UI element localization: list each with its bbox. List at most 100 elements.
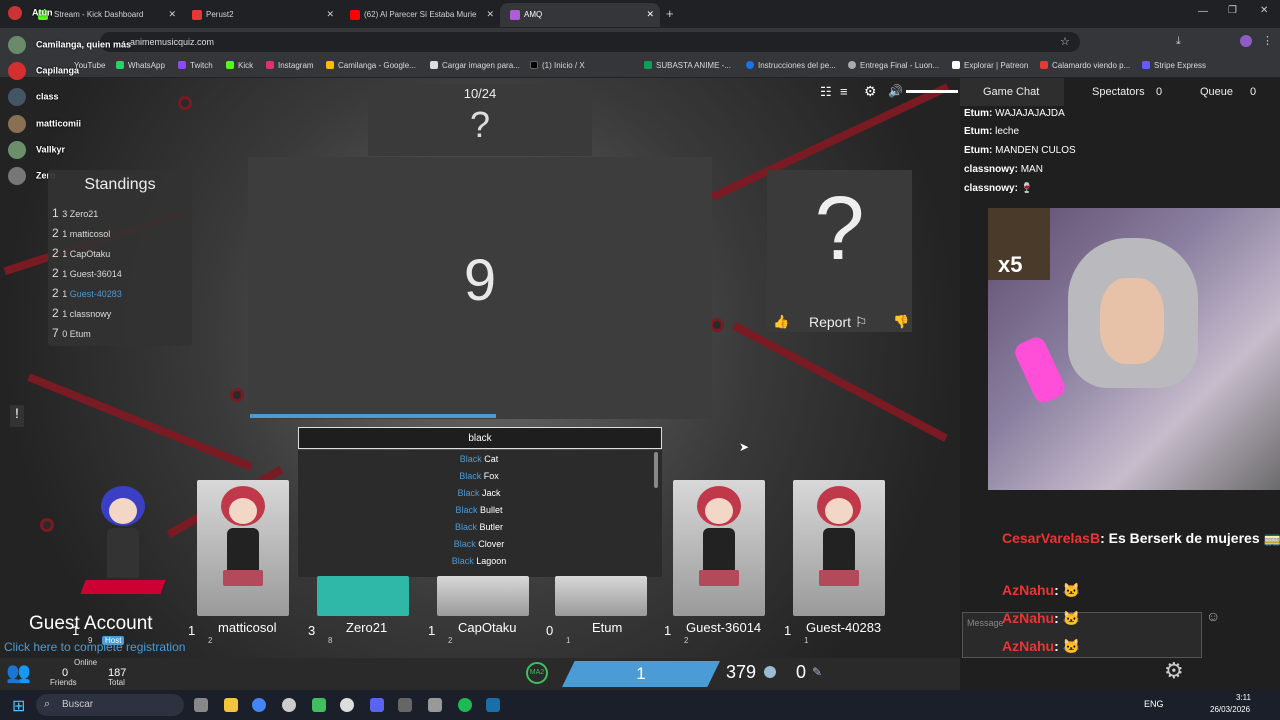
- tab-youtube[interactable]: (62) Al Parecer Sí Estaba Murie ✕: [340, 3, 500, 27]
- taskbar-search[interactable]: ⌕ Buscar: [36, 694, 184, 716]
- timer-progress-bar: [250, 414, 496, 418]
- level-badge-icon[interactable]: MA2: [526, 662, 548, 684]
- answer-unknown: ?: [814, 179, 865, 279]
- bookmark-instagram[interactable]: Instagram: [266, 61, 314, 70]
- gear-icon[interactable]: ⚙: [864, 83, 877, 100]
- thumbs-up-icon[interactable]: 👍: [773, 314, 789, 330]
- menu-icon[interactable]: ≡: [840, 84, 848, 99]
- player-card[interactable]: 3 Zero21 8: [308, 480, 410, 645]
- spotify-icon[interactable]: [458, 698, 472, 712]
- player-avatar: [437, 576, 529, 616]
- profile-avatar[interactable]: [1240, 35, 1252, 47]
- youtube-icon: [350, 10, 360, 20]
- new-tab-icon[interactable]: +: [666, 6, 674, 21]
- file-explorer-icon[interactable]: [224, 698, 238, 712]
- message-input[interactable]: Message: [962, 612, 1202, 658]
- volume-slider[interactable]: [906, 90, 958, 93]
- bookmark-twitch[interactable]: Twitch: [178, 61, 213, 70]
- steam-icon[interactable]: [486, 698, 500, 712]
- suggestion-item[interactable]: Black Cat: [298, 454, 660, 464]
- note-currency: 379: [726, 662, 757, 682]
- viewer-avatar: [8, 6, 22, 20]
- chat-message: classnowy: MAN: [964, 164, 1043, 175]
- song-info-unknown: ?: [469, 104, 491, 145]
- circuit-trace: [732, 322, 948, 442]
- menu-dots-icon[interactable]: ⋮: [1262, 34, 1273, 47]
- player-avatar: [77, 480, 169, 616]
- standings-row: 2 1 matticosol: [52, 226, 111, 240]
- minimize-icon[interactable]: —: [1198, 6, 1208, 17]
- player-card[interactable]: 1 9 Host: [72, 480, 170, 645]
- bookmark-kick[interactable]: Kick: [226, 61, 253, 70]
- close-tab-icon[interactable]: ✕: [326, 9, 334, 20]
- stream-chat-message: AzNahu: 🐱: [1002, 638, 1081, 654]
- url-field[interactable]: animemusicquiz.com: [100, 32, 1080, 52]
- report-button[interactable]: Report ⚐: [809, 314, 867, 331]
- bookmark-stripe[interactable]: Stripe Express: [1142, 61, 1206, 70]
- bookmark-x[interactable]: (1) Inicio / X: [530, 61, 585, 70]
- register-link[interactable]: Click here to complete registration: [4, 640, 185, 654]
- obs-icon[interactable]: [282, 698, 296, 712]
- chrome-icon[interactable]: [252, 698, 266, 712]
- settings-app-icon[interactable]: [194, 698, 208, 712]
- viewer-entry: Capilanga: [8, 62, 79, 80]
- app-icon[interactable]: [340, 698, 354, 712]
- bookmark-subasta[interactable]: SUBASTA ANIME -...: [644, 61, 731, 70]
- bookmark-instrucciones[interactable]: Instrucciones del pe...: [746, 61, 836, 70]
- clock-time[interactable]: 3:11: [1236, 693, 1251, 702]
- bookmark-entrega-final[interactable]: Entrega Final - Luon...: [848, 61, 939, 70]
- language-indicator[interactable]: ENG: [1144, 699, 1164, 709]
- volume-icon[interactable]: 🔊: [888, 84, 903, 98]
- bookmark-cargar-imagen[interactable]: Cargar imagen para...: [430, 61, 520, 70]
- download-icon[interactable]: ⤓: [1176, 35, 1181, 48]
- ticket-icon: ✎: [812, 665, 823, 679]
- google-drive-icon: [326, 61, 334, 69]
- player-card[interactable]: 0 Etum 1: [546, 480, 648, 645]
- friends-icon[interactable]: 👥: [6, 660, 31, 685]
- window-close-icon[interactable]: ✕: [1260, 5, 1268, 16]
- app-icon[interactable]: [398, 698, 412, 712]
- sticker-image: x5: [988, 208, 1050, 280]
- thumbs-down-icon[interactable]: 👎: [893, 314, 909, 330]
- song-counter: 10/24: [463, 86, 497, 101]
- player-card[interactable]: 1 Guest-40283 1: [784, 480, 886, 645]
- tab-game-chat[interactable]: Game Chat: [960, 78, 1064, 106]
- app-icon[interactable]: [428, 698, 442, 712]
- star-icon[interactable]: ☆: [1060, 35, 1070, 48]
- settings-gear-icon[interactable]: ⚙: [1164, 658, 1184, 684]
- twitch-icon: [178, 61, 186, 69]
- song-counter-box: 10/24 ?: [368, 84, 592, 156]
- alert-icon[interactable]: !: [10, 405, 24, 427]
- bookmark-patreon[interactable]: Explorar | Patreon: [952, 61, 1028, 70]
- tab-spectators[interactable]: Spectators 0: [1064, 78, 1174, 106]
- bookmark-whatsapp[interactable]: WhatsApp: [116, 61, 165, 70]
- bookmarks-bar: YouTube WhatsApp Twitch Kick Instagram C…: [0, 56, 1280, 78]
- player-card[interactable]: 1 CapOtaku 2: [428, 480, 530, 645]
- close-tab-icon[interactable]: ✕: [646, 9, 654, 20]
- circuit-node: [40, 518, 54, 532]
- clock-date[interactable]: 26/03/2026: [1210, 705, 1250, 714]
- link-icon: [430, 61, 438, 69]
- player-card[interactable]: 1 matticosol 2: [188, 480, 290, 645]
- viewer-avatar: [8, 115, 26, 133]
- tab-perust2[interactable]: Perust2 ✕: [182, 3, 340, 27]
- dropdown-scrollbar[interactable]: [654, 452, 658, 488]
- maximize-icon[interactable]: ❐: [1228, 5, 1237, 16]
- answer-input[interactable]: black: [298, 427, 662, 449]
- close-tab-icon[interactable]: ✕: [168, 9, 176, 20]
- streamer-face: [1100, 278, 1164, 364]
- tab-queue[interactable]: Queue 0: [1174, 78, 1280, 106]
- list-view-icon[interactable]: ☷: [820, 84, 832, 100]
- sheets-icon: [644, 61, 652, 69]
- discord-icon[interactable]: [370, 698, 384, 712]
- close-tab-icon[interactable]: ✕: [486, 9, 494, 20]
- countdown-timer: 9: [463, 248, 497, 313]
- tab-amq[interactable]: AMQ ✕: [500, 3, 660, 27]
- bookmark-camilanga[interactable]: Camilanga - Google...: [326, 61, 416, 70]
- viewer-entry: class: [8, 88, 59, 106]
- windows-start-icon[interactable]: ⊞: [12, 696, 25, 716]
- bookmark-calamardo[interactable]: Calamardo viendo p...: [1040, 61, 1130, 70]
- app-icon[interactable]: [312, 698, 326, 712]
- player-card[interactable]: 1 Guest-36014 2: [664, 480, 766, 645]
- emoji-icon[interactable]: ☺: [1206, 608, 1220, 624]
